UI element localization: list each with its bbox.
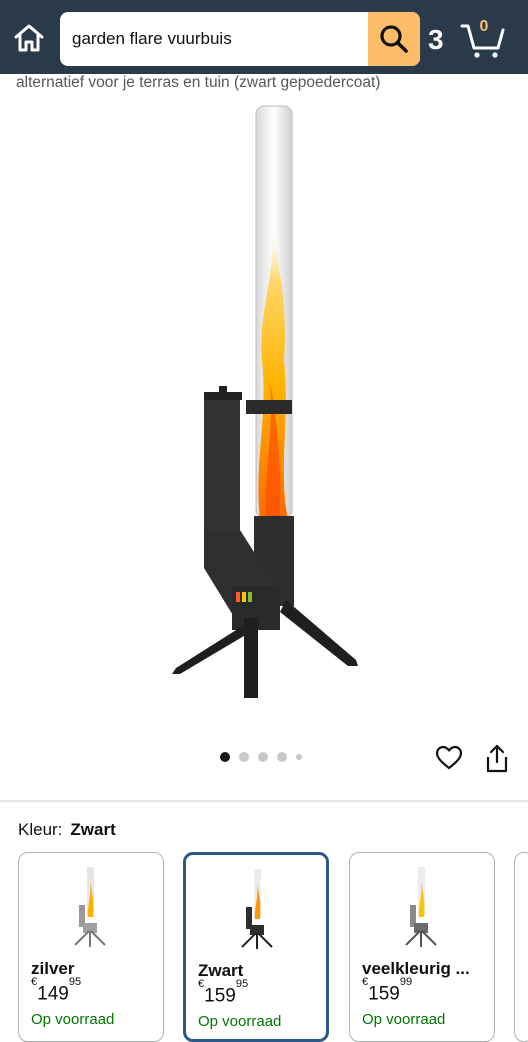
cart-count: 0 — [479, 18, 489, 35]
variant-card-zilver[interactable]: zilver €14995 Op voorraad — [18, 852, 164, 1042]
variant-card-zwart[interactable]: Zwart €15995 Op voorraad — [183, 852, 329, 1042]
variant-thumbnail — [405, 867, 437, 947]
top-bar: garden flare vuurbuis 3 0 — [0, 0, 528, 74]
variant-price: €15999 — [362, 976, 413, 1005]
variant-stock: Op voorraad — [31, 1011, 115, 1028]
carousel-dot[interactable] — [277, 752, 287, 762]
product-image[interactable] — [150, 100, 380, 710]
color-label: Kleur: — [18, 820, 63, 839]
carousel-dot[interactable] — [239, 752, 249, 762]
carousel-dot[interactable] — [220, 752, 230, 762]
variant-card-more[interactable] — [514, 852, 528, 1042]
share-icon[interactable] — [484, 744, 510, 774]
search-icon — [380, 25, 408, 53]
carousel-dot[interactable] — [296, 754, 302, 760]
account-icon[interactable]: 3 — [428, 22, 450, 58]
variant-name: zilver — [31, 959, 75, 978]
search-input[interactable]: garden flare vuurbuis — [72, 12, 232, 66]
variant-stock: Op voorraad — [362, 1011, 446, 1028]
home-button[interactable] — [12, 21, 46, 55]
home-icon — [14, 24, 44, 52]
variant-name: veelkleurig ... — [362, 959, 470, 978]
variant-thumbnail — [241, 869, 273, 949]
carousel-dot[interactable] — [258, 752, 268, 762]
color-selector-label: Kleur: Zwart — [18, 820, 116, 840]
variant-thumbnail — [74, 867, 106, 947]
search-bar[interactable]: garden flare vuurbuis — [60, 12, 420, 66]
variant-stock: Op voorraad — [198, 1013, 282, 1030]
heart-icon[interactable] — [436, 745, 462, 771]
variant-price: €14995 — [31, 976, 82, 1005]
product-subtitle: alternatief voor je terras en tuin (zwar… — [16, 74, 381, 91]
image-carousel-dots[interactable] — [220, 752, 302, 762]
variant-price: €15995 — [198, 978, 249, 1007]
search-button[interactable] — [368, 12, 420, 66]
variant-card-veelkleurig[interactable]: veelkleurig ... €15999 Op voorraad — [349, 852, 495, 1042]
cart-button[interactable]: 0 — [460, 16, 506, 62]
selected-color: Zwart — [70, 820, 116, 839]
section-divider — [0, 800, 528, 802]
color-variants: zilver €14995 Op voorraad Zwart €15995 O… — [18, 852, 528, 1042]
